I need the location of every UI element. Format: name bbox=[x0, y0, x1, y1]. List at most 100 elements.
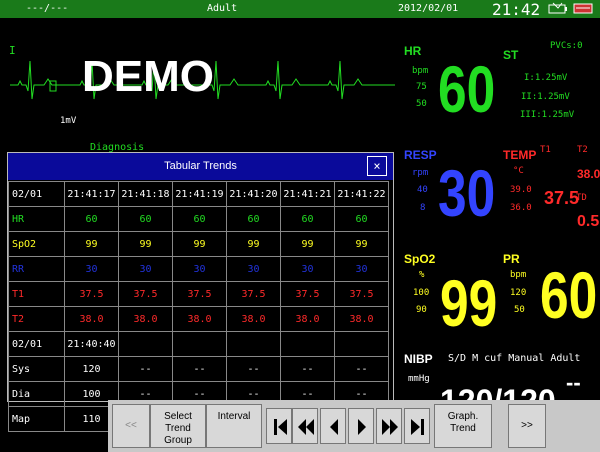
table-cell: 37.5 bbox=[226, 281, 281, 307]
temp-t2-value[interactable]: 38.0 bbox=[577, 167, 600, 181]
table-cell bbox=[118, 331, 173, 357]
table-row-label: T1 bbox=[8, 281, 65, 307]
graph-trend-button[interactable]: Graph. Trend bbox=[434, 404, 492, 448]
table-time-cell: 21:41:20 bbox=[226, 181, 281, 207]
spo2-upper-limit: 100 bbox=[413, 288, 430, 298]
table-cell bbox=[280, 331, 335, 357]
fast-forward-icon bbox=[382, 419, 398, 435]
table-cell: 99 bbox=[334, 231, 389, 257]
table-cell: 30 bbox=[280, 256, 335, 282]
temp-lower-limit: 36.0 bbox=[510, 203, 532, 213]
table-cell: 99 bbox=[226, 231, 281, 257]
table-time-cell: 21:41:21 bbox=[280, 181, 335, 207]
spo2-unit: % bbox=[419, 270, 425, 280]
patient-type: Adult bbox=[207, 3, 238, 14]
dialog-title: Tabular Trends bbox=[8, 153, 393, 180]
table-cell: 38.0 bbox=[226, 306, 281, 332]
temp-t1-value[interactable]: 37.5 bbox=[544, 188, 579, 209]
prev-page-button[interactable]: << bbox=[112, 404, 150, 448]
nibp-dash: -- bbox=[566, 370, 581, 395]
table-cell: 38.0 bbox=[334, 306, 389, 332]
table-cell: 30 bbox=[226, 256, 281, 282]
table-row-label: SpO2 bbox=[8, 231, 65, 257]
tabular-trends-dialog: Tabular Trends × 02/01 21:41:17 21:41:18 21… bbox=[7, 152, 394, 432]
nibp-unit: mmHg bbox=[408, 374, 430, 384]
back-button[interactable] bbox=[320, 408, 346, 444]
spo2-value[interactable]: 99 bbox=[440, 270, 497, 336]
st-ii: II:1.25mV bbox=[521, 92, 570, 102]
last-button[interactable] bbox=[404, 408, 430, 444]
hr-value[interactable]: 60 bbox=[438, 56, 495, 122]
table-cell: 37.5 bbox=[172, 281, 227, 307]
interval-button[interactable]: Interval bbox=[206, 404, 262, 448]
temp-t1-label: T1 bbox=[540, 145, 551, 155]
resp-lower-limit: 8 bbox=[420, 203, 426, 213]
table-cell: 60 bbox=[172, 206, 227, 232]
table-cell: 99 bbox=[64, 231, 119, 257]
table-cell: 37.5 bbox=[118, 281, 173, 307]
table-cell: 38.0 bbox=[118, 306, 173, 332]
network-icon bbox=[572, 2, 596, 18]
forward-button[interactable] bbox=[348, 408, 374, 444]
resp-value[interactable]: 30 bbox=[438, 160, 495, 226]
hr-upper-limit: 75 bbox=[416, 82, 427, 92]
fast-back-button[interactable] bbox=[292, 408, 318, 444]
table-cell: 99 bbox=[172, 231, 227, 257]
hr-label: HR bbox=[404, 44, 422, 58]
table-row: Sys 120 -- -- -- -- -- bbox=[8, 356, 389, 382]
table-cell: 60 bbox=[226, 206, 281, 232]
table-row-label: Dia bbox=[8, 381, 65, 407]
table-row: 02/01 21:40:40 bbox=[8, 331, 389, 357]
table-cell: 37.5 bbox=[280, 281, 335, 307]
pvcs-value: PVCs:0 bbox=[550, 41, 583, 51]
table-cell: 37.5 bbox=[64, 281, 119, 307]
first-button[interactable] bbox=[266, 408, 292, 444]
spo2-lower-limit: 90 bbox=[416, 305, 427, 315]
table-cell: 60 bbox=[334, 206, 389, 232]
temp-t2-label: T2 bbox=[577, 145, 588, 155]
date: 2012/02/01 bbox=[398, 3, 459, 14]
skip-last-icon bbox=[411, 419, 424, 435]
temp-td-value[interactable]: 0.5 bbox=[577, 213, 599, 231]
temp-unit: °C bbox=[513, 166, 524, 176]
st-i: I:1.25mV bbox=[524, 73, 568, 83]
temp-td-label: TD bbox=[576, 193, 587, 203]
table-cell: 60 bbox=[64, 206, 119, 232]
table-cell: 30 bbox=[334, 256, 389, 282]
resp-label: RESP bbox=[404, 148, 437, 162]
table-time-cell: 21:41:22 bbox=[334, 181, 389, 207]
rewind-icon bbox=[298, 419, 314, 435]
table-row: RR 30 30 30 30 30 30 bbox=[8, 256, 389, 282]
skip-first-icon bbox=[274, 419, 287, 435]
status-left: ---/--- bbox=[26, 3, 69, 14]
table-row-label: T2 bbox=[8, 306, 65, 332]
st-iii: III:1.25mV bbox=[520, 110, 575, 120]
trend-table: 02/01 21:41:17 21:41:18 21:41:19 21:41:20 21:… bbox=[8, 181, 389, 432]
table-cell bbox=[226, 331, 281, 357]
pr-upper-limit: 120 bbox=[510, 288, 527, 298]
table-cell: -- bbox=[280, 356, 335, 382]
table-row: T1 37.5 37.5 37.5 37.5 37.5 37.5 bbox=[8, 281, 389, 307]
button-bar: << Select Trend Group Interval Graph. Tr… bbox=[108, 400, 600, 452]
fast-forward-button[interactable] bbox=[376, 408, 402, 444]
pr-lower-limit: 50 bbox=[514, 305, 525, 315]
ecg-scale: 1mV bbox=[60, 116, 77, 126]
table-cell: 38.0 bbox=[64, 306, 119, 332]
close-button[interactable]: × bbox=[367, 156, 387, 176]
spo2-label: SpO2 bbox=[404, 252, 436, 266]
hr-unit: bpm bbox=[412, 66, 429, 76]
table-cell: 120 bbox=[64, 356, 119, 382]
next-page-button[interactable]: >> bbox=[508, 404, 546, 448]
table-row-label: 02/01 bbox=[8, 331, 65, 357]
nibp-label: NIBP bbox=[404, 352, 433, 366]
battery-icon bbox=[548, 2, 568, 18]
table-row: SpO2 99 99 99 99 99 99 bbox=[8, 231, 389, 257]
table-cell: -- bbox=[118, 356, 173, 382]
select-trend-group-button[interactable]: Select Trend Group bbox=[150, 404, 206, 448]
table-cell: 30 bbox=[118, 256, 173, 282]
table-cell: 60 bbox=[280, 206, 335, 232]
table-cell: 37.5 bbox=[334, 281, 389, 307]
table-header-row: 02/01 21:41:17 21:41:18 21:41:19 21:41:20 21:… bbox=[8, 181, 389, 207]
pr-value[interactable]: 60 bbox=[540, 262, 597, 328]
table-cell: 38.0 bbox=[280, 306, 335, 332]
